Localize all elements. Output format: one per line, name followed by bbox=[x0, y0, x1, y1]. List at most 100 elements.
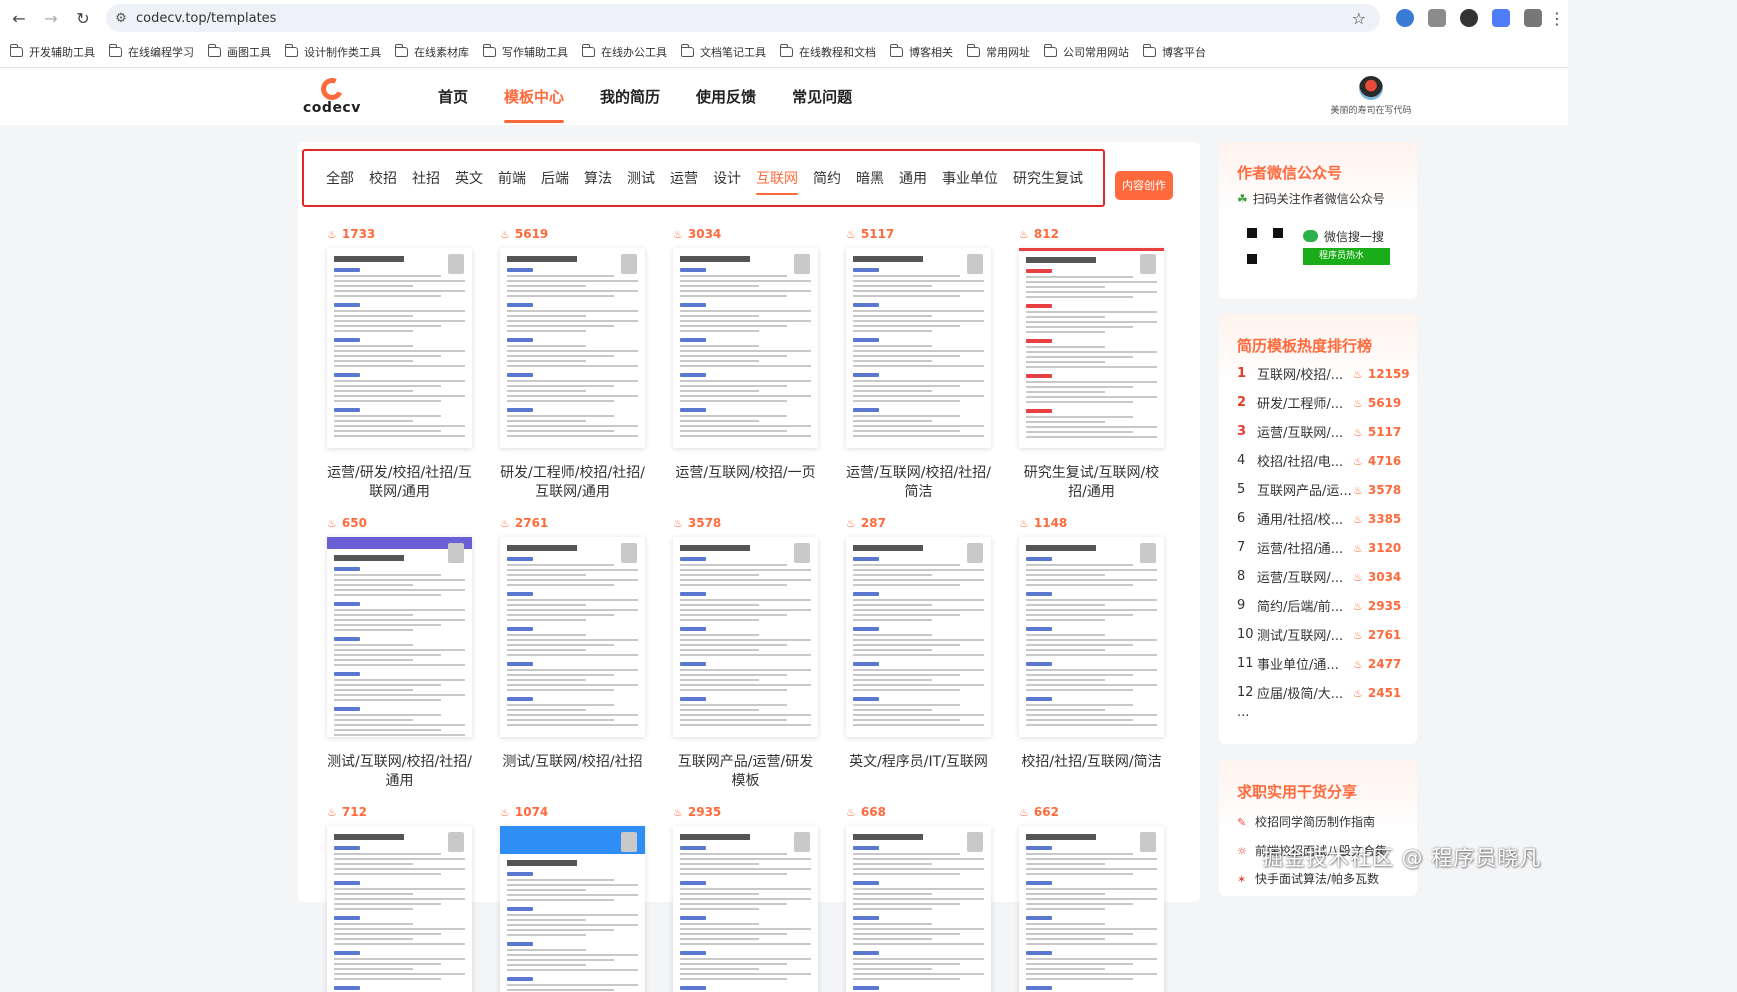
ranking-more[interactable]: ... bbox=[1237, 705, 1407, 720]
bookmark-folder[interactable]: 博客相关 bbox=[889, 43, 953, 60]
template-title[interactable]: 研究生复试/互联网/校招/通用 bbox=[1019, 464, 1164, 502]
forward-icon[interactable]: → bbox=[35, 0, 67, 36]
back-icon[interactable]: ← bbox=[3, 0, 35, 36]
extension-icon-2[interactable] bbox=[1428, 9, 1446, 27]
bookmark-folder[interactable]: 博客平台 bbox=[1142, 43, 1206, 60]
category-tab[interactable]: 全部 bbox=[326, 168, 354, 188]
template-card[interactable]: ♨ 287 英文/程序员/IT/互联网 bbox=[846, 515, 991, 772]
template-title[interactable]: 运营/互联网/校招/社招/简洁 bbox=[846, 464, 991, 502]
share-link[interactable]: ✎ 校招同学简历制作指南 bbox=[1237, 813, 1375, 830]
template-card[interactable]: ♨ 712 bbox=[327, 804, 472, 992]
category-tab[interactable]: 运营 bbox=[670, 168, 698, 188]
category-tab[interactable]: 英文 bbox=[455, 168, 483, 188]
nav-faq[interactable]: 常见问题 bbox=[792, 68, 852, 125]
template-thumbnail[interactable] bbox=[327, 537, 472, 737]
reload-icon[interactable]: ↻ bbox=[67, 0, 99, 36]
template-thumbnail[interactable] bbox=[1019, 248, 1164, 448]
ranking-item[interactable]: 4 校招/社招/电... ♨ 4716 bbox=[1237, 446, 1407, 475]
bookmark-star-icon[interactable]: ☆ bbox=[1352, 9, 1366, 28]
template-card[interactable]: ♨ 1074 bbox=[500, 804, 645, 992]
ranking-item[interactable]: 2 研发/工程师/... ♨ 5619 bbox=[1237, 388, 1407, 417]
bookmark-folder[interactable]: 文档笔记工具 bbox=[680, 43, 766, 60]
category-tab[interactable]: 事业单位 bbox=[942, 168, 998, 188]
template-title[interactable]: 测试/互联网/校招/社招 bbox=[500, 753, 645, 772]
url-text[interactable]: codecv.top/templates bbox=[136, 11, 276, 26]
bookmark-folder[interactable]: 公司常用网站 bbox=[1043, 43, 1129, 60]
ranking-item[interactable]: 10 测试/互联网/... ♨ 2761 bbox=[1237, 620, 1407, 649]
category-tab[interactable]: 通用 bbox=[899, 168, 927, 188]
template-thumbnail[interactable] bbox=[327, 248, 472, 448]
ranking-item[interactable]: 6 通用/社招/校... ♨ 3385 bbox=[1237, 504, 1407, 533]
template-card[interactable]: ♨ 5117 运营/互联网/校招/社招/简洁 bbox=[846, 226, 991, 502]
template-title[interactable]: 测试/互联网/校招/社招/通用 bbox=[327, 753, 472, 791]
template-card[interactable]: ♨ 1148 校招/社招/互联网/简洁 bbox=[1019, 515, 1164, 772]
template-thumbnail[interactable] bbox=[1019, 537, 1164, 737]
template-thumbnail[interactable] bbox=[500, 826, 645, 992]
bookmark-folder[interactable]: 画图工具 bbox=[207, 43, 271, 60]
template-title[interactable]: 互联网产品/运营/研发模板 bbox=[673, 753, 818, 791]
ranking-item[interactable]: 5 互联网产品/运... ♨ 3578 bbox=[1237, 475, 1407, 504]
bookmark-folder[interactable]: 写作辅助工具 bbox=[482, 43, 568, 60]
ranking-item[interactable]: 11 事业单位/通... ♨ 2477 bbox=[1237, 649, 1407, 678]
avatar[interactable] bbox=[1359, 76, 1383, 100]
template-title[interactable]: 英文/程序员/IT/互联网 bbox=[846, 753, 991, 772]
category-tab[interactable]: 校招 bbox=[369, 168, 397, 188]
template-title[interactable]: 校招/社招/互联网/简洁 bbox=[1019, 753, 1164, 772]
share-link[interactable]: ✶ 快手面试算法/帕多瓦数 bbox=[1237, 870, 1379, 887]
address-bar[interactable]: ⚙ codecv.top/templates ☆ bbox=[106, 4, 1380, 32]
extension-icon-5[interactable] bbox=[1524, 9, 1542, 27]
template-card[interactable]: ♨ 2761 测试/互联网/校招/社招 bbox=[500, 515, 645, 772]
menu-icon[interactable]: ⋮ bbox=[1548, 0, 1566, 36]
category-tab[interactable]: 测试 bbox=[627, 168, 655, 188]
bookmark-folder[interactable]: 在线编程学习 bbox=[108, 43, 194, 60]
bookmark-folder[interactable]: 设计制作类工具 bbox=[284, 43, 381, 60]
template-title[interactable]: 研发/工程师/校招/社招/互联网/通用 bbox=[500, 464, 645, 502]
template-card[interactable]: ♨ 5619 研发/工程师/校招/社招/互联网/通用 bbox=[500, 226, 645, 502]
template-thumbnail[interactable] bbox=[1019, 826, 1164, 992]
template-card[interactable]: ♨ 668 bbox=[846, 804, 991, 992]
category-tab[interactable]: 社招 bbox=[412, 168, 440, 188]
template-card[interactable]: ♨ 2935 bbox=[673, 804, 818, 992]
bookmark-folder[interactable]: 在线素材库 bbox=[394, 43, 469, 60]
ranking-item[interactable]: 1 互联网/校招/... ♨ 12159 bbox=[1237, 359, 1410, 388]
template-thumbnail[interactable] bbox=[846, 248, 991, 448]
extension-icon-3[interactable] bbox=[1460, 9, 1478, 27]
ranking-item[interactable]: 3 运营/互联网/... ♨ 5117 bbox=[1237, 417, 1407, 446]
bookmark-folder[interactable]: 在线办公工具 bbox=[581, 43, 667, 60]
template-card[interactable]: ♨ 3034 运营/互联网/校招/一页 bbox=[673, 226, 818, 483]
category-tab[interactable]: 暗黑 bbox=[856, 168, 884, 188]
ranking-item[interactable]: 12 应届/极简/大... ♨ 2451 bbox=[1237, 678, 1407, 707]
extension-icon-4[interactable] bbox=[1492, 9, 1510, 27]
category-tab-active[interactable]: 互联网 bbox=[756, 168, 798, 195]
template-thumbnail[interactable] bbox=[673, 537, 818, 737]
nav-feedback[interactable]: 使用反馈 bbox=[696, 68, 756, 125]
template-thumbnail[interactable] bbox=[846, 826, 991, 992]
extension-icon-1[interactable] bbox=[1396, 9, 1414, 27]
ranking-item[interactable]: 7 运营/社招/通... ♨ 3120 bbox=[1237, 533, 1407, 562]
user-menu[interactable]: 美丽的寿司在写代码 bbox=[1328, 76, 1414, 116]
template-card[interactable]: ♨ 1733 运营/研发/校招/社招/互联网/通用 bbox=[327, 226, 472, 502]
template-card[interactable]: ♨ 3578 互联网产品/运营/研发模板 bbox=[673, 515, 818, 791]
category-tab[interactable]: 简约 bbox=[813, 168, 841, 188]
nav-templates[interactable]: 模板中心 bbox=[504, 68, 565, 125]
wechat-search-button[interactable]: 程序员热水 bbox=[1303, 248, 1390, 265]
template-title[interactable]: 运营/研发/校招/社招/互联网/通用 bbox=[327, 464, 472, 502]
nav-home[interactable]: 首页 bbox=[438, 68, 468, 125]
category-tab[interactable]: 设计 bbox=[713, 168, 741, 188]
template-thumbnail[interactable] bbox=[500, 248, 645, 448]
category-tab[interactable]: 后端 bbox=[541, 168, 569, 188]
category-tab[interactable]: 前端 bbox=[498, 168, 526, 188]
category-tab[interactable]: 算法 bbox=[584, 168, 612, 188]
create-content-button[interactable]: 内容创作 bbox=[1115, 171, 1173, 200]
template-card[interactable]: ♨ 650 测试/互联网/校招/社招/通用 bbox=[327, 515, 472, 791]
site-info-icon[interactable]: ⚙ bbox=[106, 11, 136, 26]
ranking-item[interactable]: 8 运营/互联网/... ♨ 3034 bbox=[1237, 562, 1407, 591]
template-thumbnail[interactable] bbox=[673, 248, 818, 448]
site-logo[interactable]: codecv bbox=[303, 74, 363, 118]
template-thumbnail[interactable] bbox=[673, 826, 818, 992]
template-thumbnail[interactable] bbox=[327, 826, 472, 992]
ranking-item[interactable]: 9 简约/后端/前... ♨ 2935 bbox=[1237, 591, 1407, 620]
template-thumbnail[interactable] bbox=[846, 537, 991, 737]
template-card[interactable]: ♨ 662 bbox=[1019, 804, 1164, 992]
template-card[interactable]: ♨ 812 研究生复试/互联网/校招/通用 bbox=[1019, 226, 1164, 502]
